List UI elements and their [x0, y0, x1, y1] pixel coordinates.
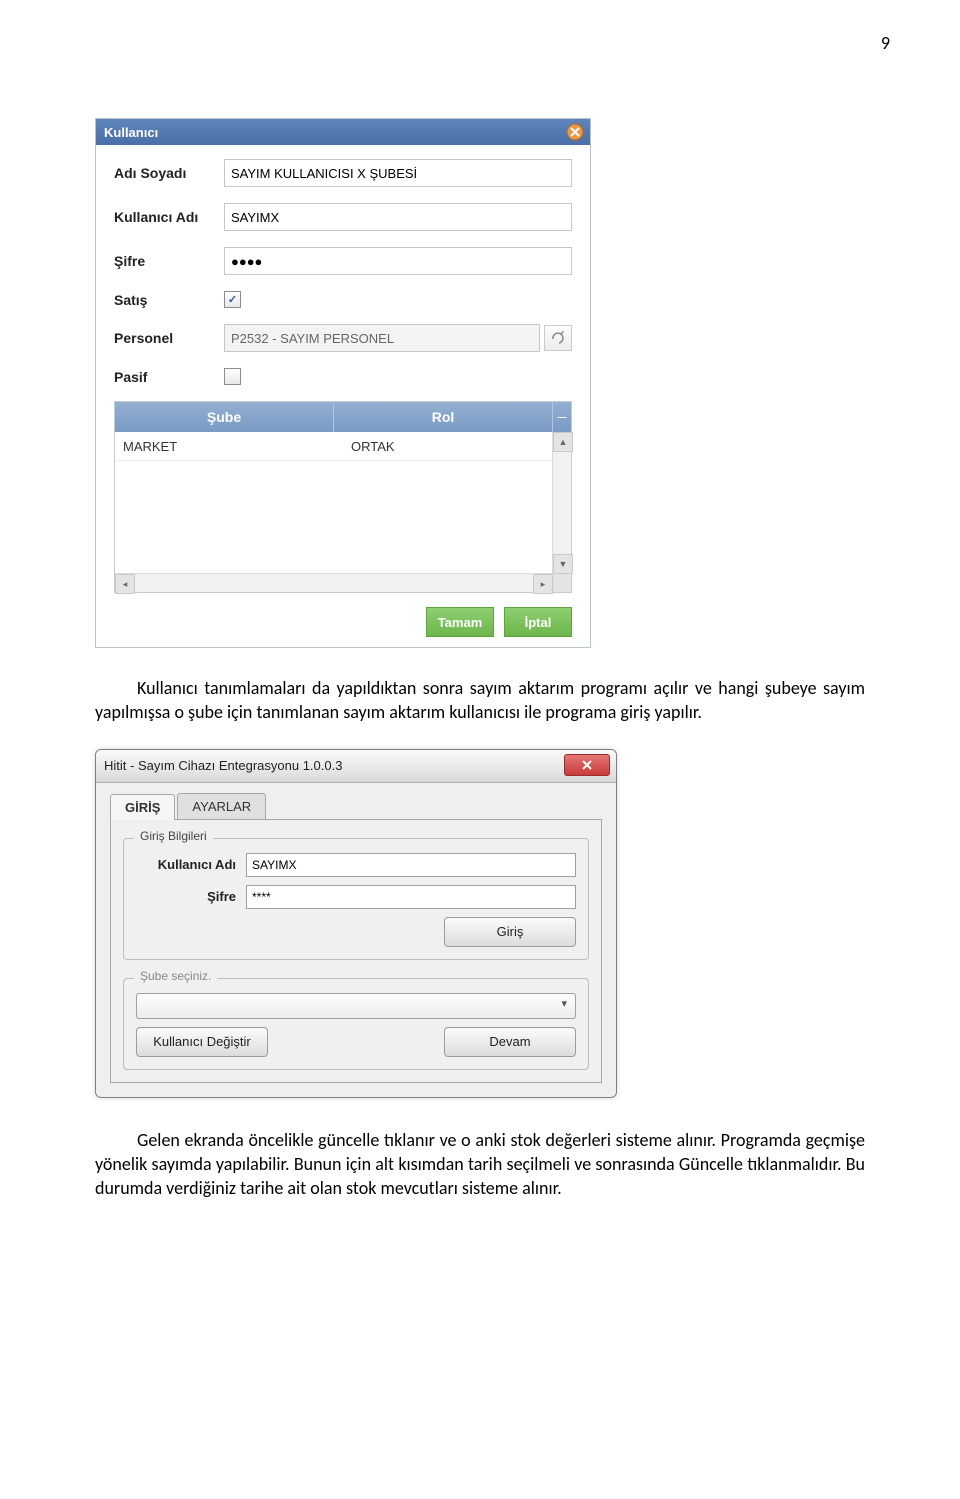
- close-button[interactable]: [564, 754, 610, 776]
- label-pasif: Pasif: [114, 369, 224, 385]
- iptal-button[interactable]: İptal: [504, 607, 572, 637]
- label-kullanici-adi-2: Kullanıcı Adı: [136, 857, 246, 872]
- scroll-right-icon[interactable]: ▸: [533, 574, 553, 594]
- pasif-checkbox[interactable]: [224, 368, 241, 385]
- scroll-up-icon[interactable]: ▲: [553, 432, 573, 452]
- sifre-input[interactable]: [224, 247, 572, 275]
- kullanici-degistir-button[interactable]: Kullanıcı Değiştir: [136, 1027, 268, 1057]
- paragraph-2: Gelen ekranda öncelikle güncelle tıklanı…: [95, 1128, 865, 1201]
- hitit-titlebar: Hitit - Sayım Cihazı Entegrasyonu 1.0.0.…: [96, 750, 616, 783]
- user-dialog: Kullanıcı Adı Soyadı Kullanıcı Adı Şifre…: [95, 118, 591, 648]
- kullanici-adi-input-2[interactable]: [246, 853, 576, 877]
- horizontal-scrollbar[interactable]: ◂ ▸: [115, 573, 553, 592]
- kullanici-adi-input[interactable]: [224, 203, 572, 231]
- cell-sube: MARKET: [115, 432, 343, 460]
- col-header-rol[interactable]: Rol: [334, 402, 553, 432]
- cell-rol: ORTAK: [343, 432, 571, 460]
- label-sifre: Şifre: [114, 253, 224, 269]
- group-giris-bilgileri-title: Giriş Bilgileri: [134, 829, 213, 843]
- scroll-left-icon[interactable]: ◂: [115, 574, 135, 594]
- page-number: 9: [881, 32, 890, 54]
- tab-ayarlar[interactable]: AYARLAR: [177, 793, 266, 819]
- sube-dropdown[interactable]: [136, 993, 576, 1019]
- paragraph-1: Kullanıcı tanımlamaları da yapıldıktan s…: [95, 676, 865, 725]
- label-kullanici-adi: Kullanıcı Adı: [114, 209, 224, 225]
- group-sube-title: Şube seçiniz.: [134, 969, 217, 983]
- devam-button[interactable]: Devam: [444, 1027, 576, 1057]
- giris-button[interactable]: Giriş: [444, 917, 576, 947]
- user-dialog-titlebar: Kullanıcı: [96, 119, 590, 145]
- label-ad-soyad: Adı Soyadı: [114, 165, 224, 181]
- roles-grid: Şube Rol — MARKET ORTAK ▲ ▼ ◂ ▸: [114, 401, 572, 593]
- satis-checkbox[interactable]: ✓: [224, 291, 241, 308]
- tamam-button[interactable]: Tamam: [426, 607, 494, 637]
- col-header-sube[interactable]: Şube: [115, 402, 334, 432]
- personel-lookup-icon[interactable]: [544, 325, 572, 351]
- personel-input[interactable]: [224, 324, 540, 352]
- label-satis: Satış: [114, 292, 224, 308]
- close-icon[interactable]: [565, 122, 585, 142]
- sifre-input-2[interactable]: [246, 885, 576, 909]
- scroll-down-icon[interactable]: ▼: [553, 554, 573, 574]
- hitit-title: Hitit - Sayım Cihazı Entegrasyonu 1.0.0.…: [104, 758, 342, 773]
- hitit-dialog: Hitit - Sayım Cihazı Entegrasyonu 1.0.0.…: [95, 749, 617, 1098]
- table-row[interactable]: MARKET ORTAK: [115, 432, 571, 461]
- grid-menu-icon[interactable]: —: [553, 402, 571, 432]
- label-personel: Personel: [114, 330, 224, 346]
- ad-soyad-input[interactable]: [224, 159, 572, 187]
- scrollbar-corner: [553, 574, 571, 592]
- user-dialog-title: Kullanıcı: [104, 125, 158, 140]
- tab-giris[interactable]: GİRİŞ: [110, 794, 175, 820]
- vertical-scrollbar[interactable]: ▲ ▼: [552, 432, 571, 574]
- label-sifre-2: Şifre: [136, 889, 246, 904]
